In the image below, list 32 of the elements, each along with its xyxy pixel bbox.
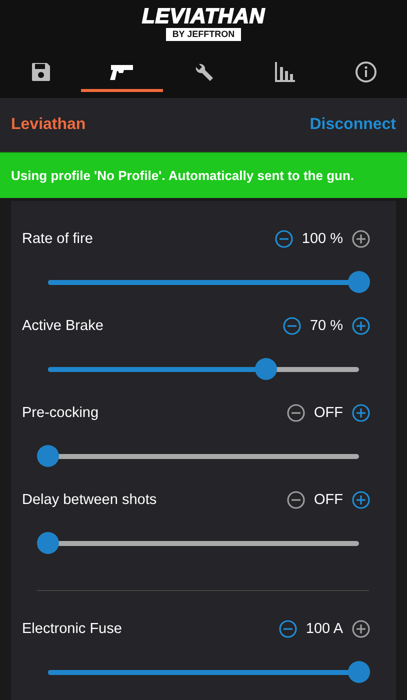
slider-thumb[interactable] xyxy=(348,271,370,293)
setting-value: OFF xyxy=(314,492,343,508)
setting-value: 100 A xyxy=(306,621,343,637)
status-banner: Using profile 'No Profile'. Automatically sent to the gun. xyxy=(0,152,407,198)
setting-label: Electronic Fuse xyxy=(22,621,123,637)
plus-button[interactable] xyxy=(352,404,370,422)
slider-thumb[interactable] xyxy=(348,661,370,683)
plus-button[interactable] xyxy=(352,491,370,509)
info-icon xyxy=(355,60,378,82)
plus-button[interactable] xyxy=(352,230,370,248)
logo-title: LEVIATHAN xyxy=(142,6,266,28)
slider-thumb[interactable] xyxy=(37,532,59,554)
plus-button[interactable] xyxy=(352,317,370,335)
logo-subtitle: BY JEFFTRON xyxy=(166,28,241,41)
minus-button[interactable] xyxy=(287,491,305,509)
setting-label: Active Brake xyxy=(22,318,104,334)
minus-button[interactable] xyxy=(278,620,297,638)
plus-button[interactable] xyxy=(352,620,370,638)
setting-label: Delay between shots xyxy=(22,492,158,508)
minus-button[interactable] xyxy=(287,404,305,422)
setting-value: OFF xyxy=(314,405,343,421)
slider-thumb[interactable] xyxy=(254,358,277,380)
disconnect-button[interactable]: Disconnect xyxy=(310,116,396,134)
minus-button[interactable] xyxy=(274,230,293,248)
device-name: Leviathan xyxy=(11,116,86,134)
bar-chart-icon xyxy=(274,60,296,82)
setting-label: Pre-cocking xyxy=(22,405,100,421)
setting-value: 70 % xyxy=(310,318,343,334)
setting-value: 100 % xyxy=(302,231,343,247)
setting-label: Rate of fire xyxy=(22,231,94,247)
minus-button[interactable] xyxy=(282,317,301,335)
slider-thumb[interactable] xyxy=(37,445,59,467)
